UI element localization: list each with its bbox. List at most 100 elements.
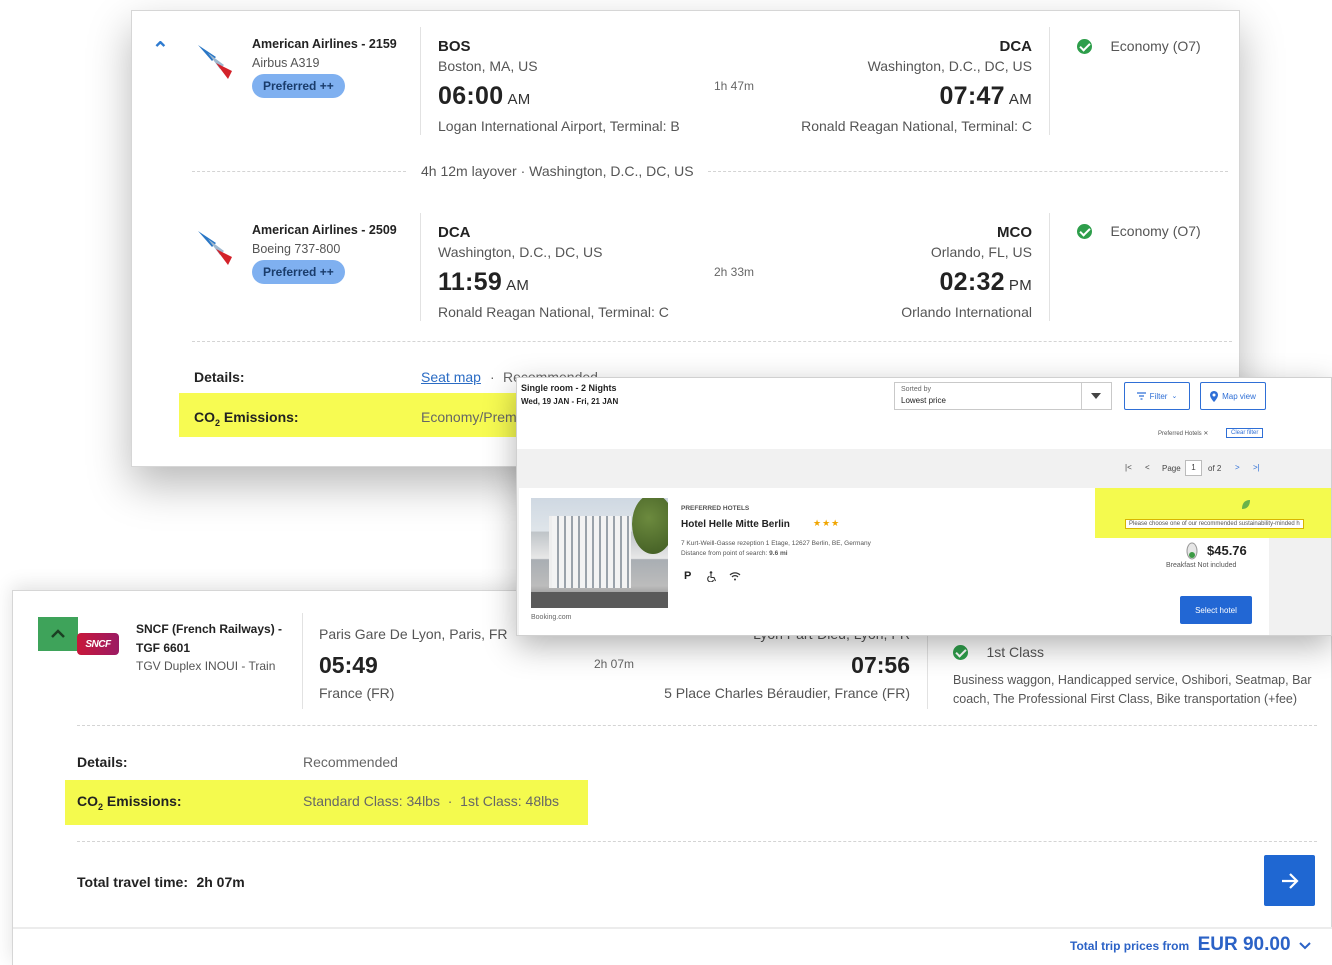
details-label: Details: [194, 369, 245, 385]
american-airlines-logo-icon [198, 231, 232, 265]
cabin-class: Economy (O7) [1077, 223, 1201, 241]
arrival-time: 02:32 PM [939, 268, 1032, 296]
leaf-icon [1242, 500, 1250, 509]
stay-dates: Wed, 19 JAN - Fri, 21 JAN [521, 397, 619, 406]
train-number: TGF 6601 [136, 641, 191, 655]
collapse-chevron-up-icon[interactable]: ⌃ [152, 37, 169, 62]
recommended-label: Recommended [303, 754, 398, 770]
select-hotel-button[interactable]: Select hotel [1180, 596, 1252, 624]
hotel-address: 7 Kurt-Weill-Gasse rezeption 1 Etage, 12… [681, 540, 871, 547]
breakfast-info: Breakfast Not included [1166, 562, 1237, 569]
distance: Distance from point of search: 9.6 mi [681, 550, 788, 557]
star-rating: ★★★ [813, 518, 841, 528]
seat-map-link[interactable]: Seat map [421, 369, 481, 385]
parking-icon: P [684, 570, 692, 582]
arrival-terminal: Orlando International [901, 304, 1032, 320]
american-airlines-logo-icon [198, 45, 232, 79]
sort-value: Lowest price [901, 396, 946, 405]
map-view-button[interactable]: Map view [1200, 382, 1266, 410]
first-page-icon[interactable]: |< [1125, 463, 1132, 472]
amenities-list: Business waggon, Handicapped service, Os… [953, 673, 1312, 706]
caret-down-icon [1091, 393, 1101, 399]
continue-button[interactable] [1264, 855, 1315, 906]
departure-city: Washington, D.C., DC, US [438, 244, 603, 260]
arrival-city: Orlando, FL, US [930, 244, 1032, 260]
divider [420, 27, 421, 135]
hotel-name[interactable]: Hotel Helle Mitte Berlin [681, 519, 790, 530]
departure-city: Boston, MA, US [438, 58, 538, 74]
filter-chip[interactable]: Preferred Hotels ✕ [1158, 430, 1208, 437]
details-label: Details: [77, 754, 128, 770]
separator: · [490, 369, 495, 385]
last-page-icon[interactable]: >| [1253, 463, 1260, 472]
total-travel-time: Total travel time: 2h 07m [77, 874, 245, 890]
divider [1049, 27, 1050, 135]
image-source: Booking.com [531, 614, 572, 621]
departure-code: DCA [438, 224, 471, 241]
hotel-results-panel: Single room - 2 Nights Wed, 19 JAN - Fri… [516, 377, 1332, 636]
clear-filter-button[interactable]: Clear filter [1226, 428, 1264, 438]
layover-info: 4h 12m layover · Washington, D.C., DC, U… [421, 163, 694, 179]
co2-value: Economy/Prem [421, 409, 517, 425]
preferred-badge: Preferred ++ [252, 260, 345, 284]
train-operator: SNCF (French Railways) - [136, 622, 283, 636]
page-number-input[interactable]: 1 [1185, 460, 1202, 476]
train-class: 1st Class [953, 644, 1044, 662]
arrival-time: 07:47 AM [939, 82, 1032, 110]
check-icon [1077, 224, 1092, 240]
check-icon [953, 645, 968, 661]
divider [302, 613, 303, 709]
departure-terminal: Ronald Reagan National, Terminal: C [438, 304, 669, 320]
page-total: of 2 [1208, 464, 1222, 473]
filter-icon [1136, 392, 1146, 400]
train-itinerary-card: SNCF SNCF (French Railways) - TGF 6601 T… [12, 590, 1332, 965]
sort-dropdown[interactable]: Sorted by Lowest price [894, 382, 1112, 410]
filter-button[interactable]: Filter ⌄ [1124, 382, 1190, 410]
accessibility-icon [707, 571, 717, 582]
co2-value: Standard Class: 34lbs · 1st Class: 48lbs [303, 793, 560, 809]
hotel-photo [531, 498, 668, 608]
arrival-address: 5 Place Charles Béraudier, France (FR) [664, 685, 910, 701]
arrival-city: Washington, D.C., DC, US [867, 58, 1032, 74]
cabin-class: Economy (O7) [1077, 38, 1201, 56]
departure-code: BOS [438, 38, 471, 55]
arrival-code: DCA [999, 38, 1033, 55]
arrival-code: MCO [997, 224, 1032, 241]
airline-name: American Airlines - 2509 [252, 223, 397, 237]
train-type: TGV Duplex INOUI - Train [136, 659, 276, 673]
hotel-category: PREFERRED HOTELS [681, 505, 750, 512]
preferred-badge: Preferred ++ [252, 74, 345, 98]
collapse-button[interactable] [38, 617, 78, 651]
departure-terminal: Logan International Airport, Terminal: B [438, 118, 680, 134]
prev-page-icon[interactable]: < [1145, 463, 1150, 472]
close-icon: ✕ [1203, 431, 1209, 437]
divider [420, 213, 421, 321]
page-label: Page [1162, 464, 1181, 473]
departure-time: 11:59 AM [438, 268, 530, 296]
total-trip-price[interactable]: Total trip prices from EUR 90.00 [1070, 934, 1311, 956]
departure-time: 06:00 AM [438, 82, 531, 110]
aircraft-type: Boeing 737-800 [252, 242, 341, 256]
check-icon [1077, 39, 1092, 55]
chevron-down-icon: ⌄ [1171, 393, 1178, 400]
co2-label: CO2 Emissions: [194, 409, 299, 428]
aircraft-type: Airbus A319 [252, 56, 320, 70]
map-pin-icon [1210, 390, 1219, 402]
sustainability-highlight: Please choose one of our recommended sus… [1095, 488, 1331, 538]
flight-duration: 2h 33m [714, 265, 755, 279]
eco-indicator-icon [1186, 542, 1198, 560]
sustainability-note: Please choose one of our recommended sus… [1125, 519, 1304, 529]
wifi-icon [729, 572, 741, 581]
departure-time: 05:49 [319, 652, 378, 678]
hotel-price: $45.76 [1207, 543, 1247, 558]
hotel-search-header: Single room - 2 Nights Wed, 19 JAN - Fri… [517, 378, 1331, 449]
chevron-up-icon [51, 629, 65, 638]
arrival-time: 07:56 [851, 652, 910, 678]
departure-station: Paris Gare De Lyon, Paris, FR [319, 626, 508, 642]
divider [1049, 213, 1050, 321]
sncf-logo-icon: SNCF [77, 633, 119, 655]
airline-name: American Airlines - 2159 [252, 37, 397, 51]
arrival-terminal: Ronald Reagan National, Terminal: C [801, 118, 1032, 134]
next-page-icon[interactable]: > [1235, 463, 1240, 472]
room-type: Single room - 2 Nights [521, 383, 617, 393]
